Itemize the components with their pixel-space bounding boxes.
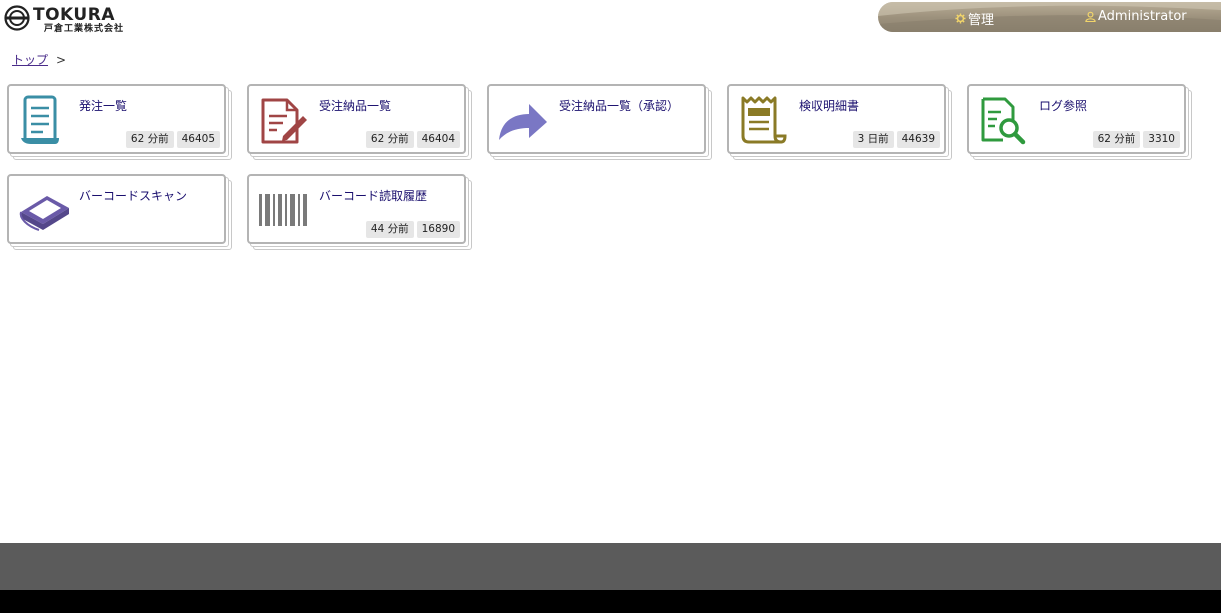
- logo-subtitle: 戸倉工業株式会社: [44, 24, 125, 34]
- tile-delivery-list: 受注納品一覧 62 分前 46404: [247, 84, 472, 160]
- tile-title: 受注納品一覧（承認）: [559, 99, 680, 113]
- footer: [0, 543, 1221, 590]
- count-badge: 16890: [416, 221, 460, 238]
- document-edit-icon: [261, 98, 307, 144]
- top-nav: 管理 Administrator: [878, 2, 1221, 32]
- count-badge: 46405: [176, 131, 220, 148]
- tile-delivery-approval-card[interactable]: 受注納品一覧（承認）: [487, 84, 706, 154]
- count-badge: 44639: [896, 131, 940, 148]
- gear-icon: [955, 13, 966, 24]
- logo-emblem-icon: [4, 5, 30, 31]
- receipt-icon: [741, 96, 787, 144]
- count-badge: 3310: [1143, 131, 1180, 148]
- tile-delivery-approval: 受注納品一覧（承認）: [487, 84, 712, 160]
- breadcrumb: トップ >: [12, 51, 66, 68]
- tile-title: バーコードスキャン: [79, 189, 188, 203]
- breadcrumb-separator: >: [56, 52, 67, 67]
- user-menu-link[interactable]: Administrator: [1085, 9, 1187, 24]
- tile-barcode-scan-card[interactable]: バーコードスキャン: [7, 174, 226, 244]
- tile-order-list-card[interactable]: 発注一覧 62 分前 46405: [7, 84, 226, 154]
- tile-barcode-history: バーコード読取履歴 44 分前 16890: [247, 174, 472, 250]
- barcode-icon: [259, 194, 307, 226]
- user-menu-label: Administrator: [1098, 9, 1187, 24]
- updated-time-badge: 62 分前: [1092, 131, 1141, 148]
- document-search-icon: [981, 97, 1026, 145]
- updated-time-badge: 62 分前: [365, 131, 414, 148]
- share-arrow-icon: [499, 104, 547, 140]
- tile-delivery-list-card[interactable]: 受注納品一覧 62 分前 46404: [247, 84, 466, 154]
- document-list-icon: [21, 95, 59, 144]
- tile-badges: 62 分前 46405: [125, 131, 220, 148]
- tile-badges: 44 分前 16890: [365, 221, 460, 238]
- tile-badges: 3 日前 44639: [852, 131, 940, 148]
- footer-bottom-bar: [0, 590, 1221, 613]
- updated-time-badge: 3 日前: [852, 131, 894, 148]
- tile-title: 検収明細書: [799, 99, 860, 113]
- count-badge: 46404: [416, 131, 460, 148]
- company-logo[interactable]: TOKURA 戸倉工業株式会社: [4, 3, 125, 34]
- tile-title: 受注納品一覧: [319, 99, 392, 113]
- tile-title: バーコード読取履歴: [319, 189, 428, 203]
- header: TOKURA 戸倉工業株式会社 管理 Administrator: [0, 0, 1221, 36]
- tile-barcode-scan: バーコードスキャン: [7, 174, 232, 250]
- tile-log-view-card[interactable]: ログ参照 62 分前 3310: [967, 84, 1186, 154]
- tile-inspection-statement: 検収明細書 3 日前 44639: [727, 84, 952, 160]
- user-icon: [1085, 11, 1096, 22]
- admin-menu-link[interactable]: 管理: [955, 9, 994, 28]
- breadcrumb-home-link[interactable]: トップ: [12, 51, 48, 68]
- tile-title: ログ参照: [1039, 99, 1088, 113]
- updated-time-badge: 44 分前: [365, 221, 414, 238]
- tile-title: 発注一覧: [79, 99, 128, 113]
- tile-barcode-history-card[interactable]: バーコード読取履歴 44 分前 16890: [247, 174, 466, 244]
- tile-order-list: 発注一覧 62 分前 46405: [7, 84, 232, 160]
- tile-log-view: ログ参照 62 分前 3310: [967, 84, 1192, 160]
- tile-badges: 62 分前 3310: [1092, 131, 1180, 148]
- tile-inspection-statement-card[interactable]: 検収明細書 3 日前 44639: [727, 84, 946, 154]
- admin-menu-label: 管理: [968, 13, 995, 28]
- updated-time-badge: 62 分前: [125, 131, 174, 148]
- scanner-icon: [19, 196, 69, 231]
- tile-badges: 62 分前 46404: [365, 131, 460, 148]
